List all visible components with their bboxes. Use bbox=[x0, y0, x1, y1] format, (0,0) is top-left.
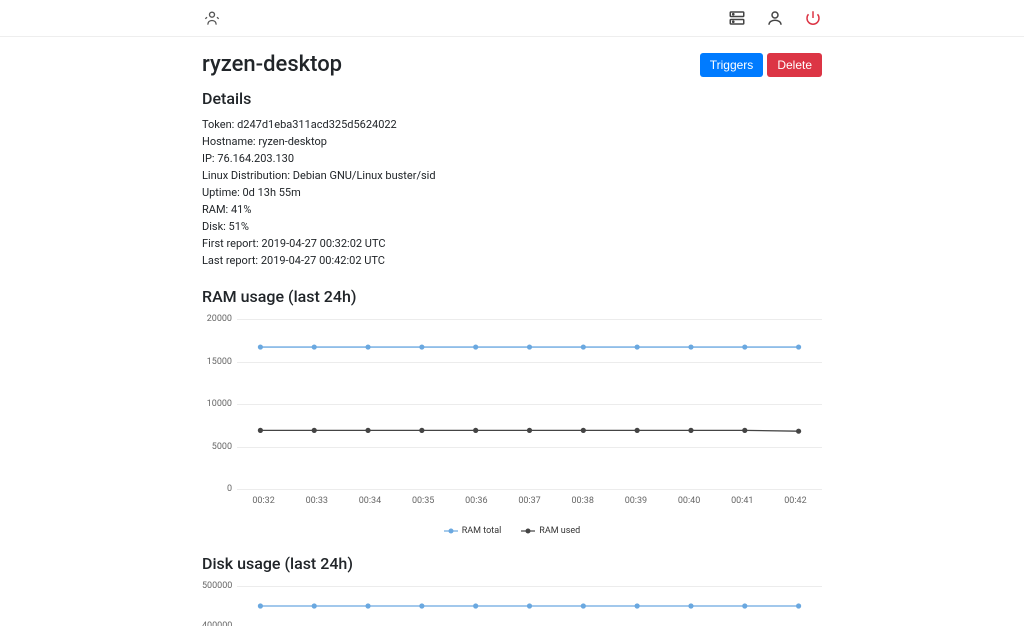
disk-chart-heading: Disk usage (last 24h) bbox=[202, 554, 822, 573]
ram-chart-legend: RAM total RAM used bbox=[202, 526, 822, 536]
detail-uptime: Uptime: 0d 13h 55m bbox=[202, 184, 822, 201]
detail-hostname: Hostname: ryzen-desktop bbox=[202, 133, 822, 150]
header-actions: Triggers Delete bbox=[700, 53, 822, 77]
detail-ram: RAM: 41% bbox=[202, 201, 822, 218]
ram-chart-section: RAM usage (last 24h) 0500010000150002000… bbox=[202, 287, 822, 536]
page-title: ryzen-desktop bbox=[202, 52, 342, 77]
detail-disk: Disk: 51% bbox=[202, 218, 822, 235]
disk-chart: 400000500000 bbox=[202, 581, 822, 626]
legend-ram-used: RAM used bbox=[521, 526, 580, 536]
details-section: Details Token: d247d1eba311acd325d562402… bbox=[202, 89, 822, 269]
page-container: ryzen-desktop Triggers Delete Details To… bbox=[202, 52, 822, 626]
servers-icon[interactable] bbox=[728, 9, 746, 27]
ram-chart: 05000100001500020000 00:3200:3300:3400:3… bbox=[202, 314, 822, 524]
legend-ram-total: RAM total bbox=[444, 526, 502, 536]
app-logo[interactable] bbox=[202, 8, 222, 28]
details-heading: Details bbox=[202, 89, 822, 108]
page-header: ryzen-desktop Triggers Delete bbox=[202, 52, 822, 77]
detail-distro: Linux Distribution: Debian GNU/Linux bus… bbox=[202, 167, 822, 184]
triggers-button[interactable]: Triggers bbox=[700, 53, 764, 77]
user-icon[interactable] bbox=[766, 9, 784, 27]
detail-token: Token: d247d1eba311acd325d5624022 bbox=[202, 116, 822, 133]
detail-ip: IP: 76.164.203.130 bbox=[202, 150, 822, 167]
topbar bbox=[0, 0, 1024, 37]
ram-chart-heading: RAM usage (last 24h) bbox=[202, 287, 822, 306]
detail-last-report: Last report: 2019-04-27 00:42:02 UTC bbox=[202, 252, 822, 269]
delete-button[interactable]: Delete bbox=[767, 53, 822, 77]
power-icon[interactable] bbox=[804, 9, 822, 27]
detail-first-report: First report: 2019-04-27 00:32:02 UTC bbox=[202, 235, 822, 252]
disk-chart-section: Disk usage (last 24h) 400000500000 bbox=[202, 554, 822, 626]
nav-icons bbox=[728, 9, 822, 27]
